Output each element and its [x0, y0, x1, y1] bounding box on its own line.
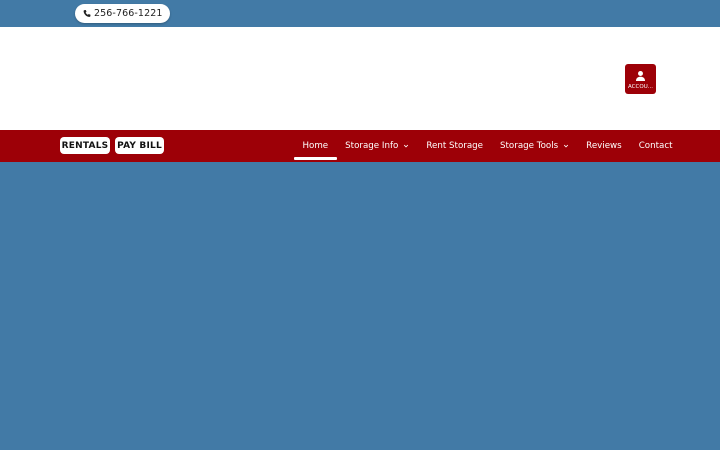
- chevron-down-icon: [404, 144, 409, 148]
- main-menu: Home Storage Info Rent Storage Storage T…: [294, 130, 681, 162]
- site-header: ACCOU...: [0, 27, 720, 130]
- menu-item-label: Storage Tools: [500, 141, 559, 151]
- menu-item-label: Storage Info: [345, 141, 399, 151]
- phone-number: 256-766-1221: [94, 8, 163, 19]
- menu-item-label: Home: [302, 141, 329, 151]
- menu-item-rent-storage[interactable]: Rent Storage: [418, 130, 492, 162]
- hero-banner: [0, 162, 720, 450]
- menu-item-label: Rent Storage: [426, 141, 484, 151]
- rentals-button[interactable]: RENTALS: [60, 137, 110, 154]
- menu-item-contact[interactable]: Contact: [630, 130, 681, 162]
- chevron-down-icon: [564, 144, 569, 148]
- menu-item-storage-info[interactable]: Storage Info: [337, 130, 418, 162]
- menu-item-home[interactable]: Home: [294, 130, 337, 162]
- account-label: ACCOU...: [628, 84, 653, 90]
- menu-item-label: Contact: [638, 141, 673, 151]
- menu-item-label: Reviews: [586, 141, 622, 151]
- account-button[interactable]: ACCOU...: [625, 64, 656, 94]
- phone-icon: [83, 10, 91, 17]
- pay-bill-button[interactable]: PAY BILL: [115, 137, 164, 154]
- top-bar: 256-766-1221: [0, 0, 720, 27]
- menu-item-storage-tools[interactable]: Storage Tools: [492, 130, 578, 162]
- user-icon: [635, 71, 646, 81]
- phone-link[interactable]: 256-766-1221: [75, 4, 170, 23]
- menu-item-reviews[interactable]: Reviews: [578, 130, 631, 162]
- main-navbar: RENTALS PAY BILL Home Storage Info Rent …: [0, 130, 720, 162]
